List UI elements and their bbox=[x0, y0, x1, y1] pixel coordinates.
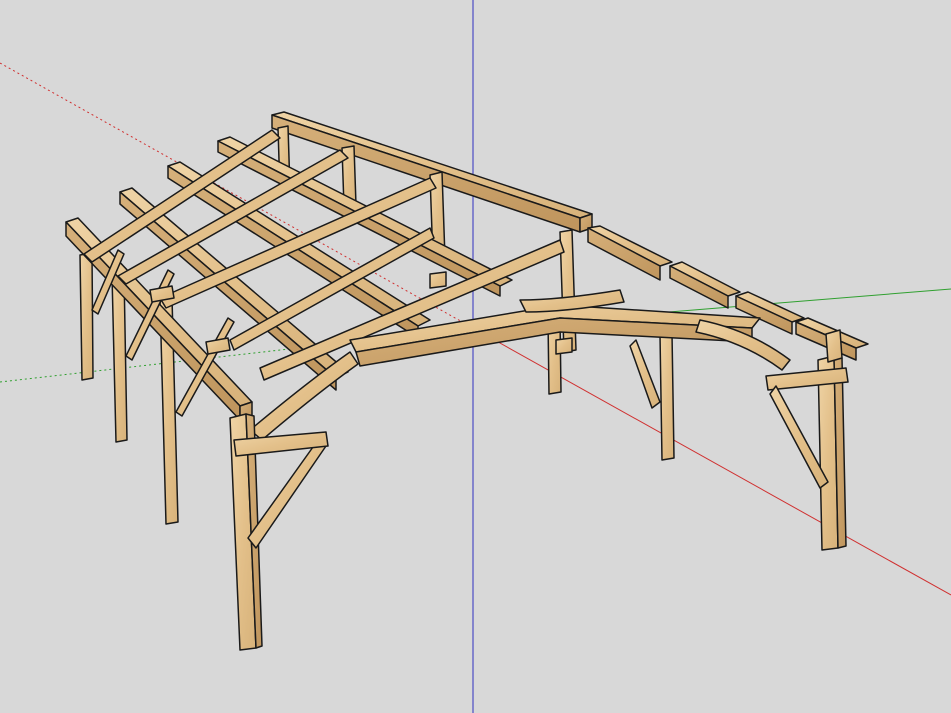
back-post bbox=[79, 252, 94, 381]
red-axis-front bbox=[472, 327, 951, 596]
front-right-post bbox=[817, 329, 847, 551]
block bbox=[555, 337, 573, 355]
post-top bbox=[825, 329, 843, 363]
3d-scene[interactable] bbox=[0, 0, 951, 713]
block bbox=[429, 271, 447, 289]
knee-brace bbox=[247, 439, 327, 549]
axes bbox=[0, 0, 951, 713]
modeling-viewport[interactable] bbox=[0, 0, 951, 713]
knee-brace bbox=[629, 339, 661, 409]
block bbox=[205, 337, 231, 355]
timber-frame-model[interactable] bbox=[65, 111, 869, 651]
back-post bbox=[659, 332, 675, 461]
